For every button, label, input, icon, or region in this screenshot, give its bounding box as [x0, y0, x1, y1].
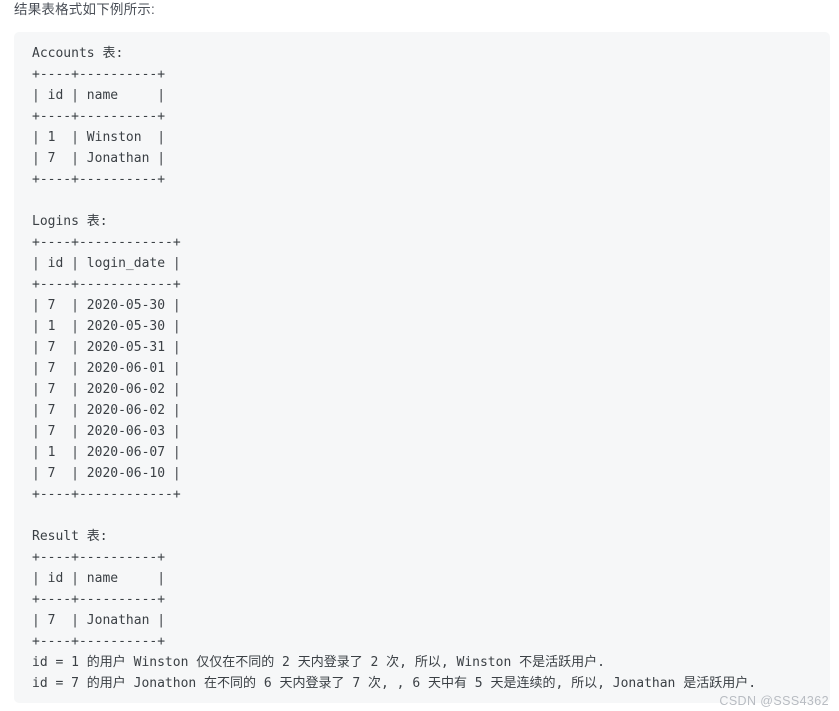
code-line: | 1 | 2020-05-30 |	[32, 319, 181, 334]
code-line: +----+------------+	[32, 487, 181, 502]
code-line: +----+----------+	[32, 550, 166, 565]
explanation-line-winston: id = 1 的用户 Winston 仅仅在不同的 2 天内登录了 2 次, 所…	[32, 655, 605, 670]
code-line: +----+----------+	[32, 634, 166, 649]
code-line: Logins 表:	[32, 214, 108, 229]
code-line: | 7 | Jonathan |	[32, 613, 166, 628]
code-line: +----+----------+	[32, 67, 166, 82]
code-line: | 7 | 2020-06-01 |	[32, 361, 181, 376]
code-line: | 7 | 2020-06-10 |	[32, 466, 181, 481]
code-line: | 7 | 2020-06-02 |	[32, 403, 181, 418]
code-line: | 7 | 2020-06-02 |	[32, 382, 181, 397]
code-line: +----+----------+	[32, 592, 166, 607]
code-line: Accounts 表:	[32, 46, 124, 61]
code-line: +----+------------+	[32, 235, 181, 250]
code-block-content: Accounts 表: +----+----------+ | id | name …	[32, 43, 756, 694]
explanation-line-jonathan: id = 7 的用户 Jonathon 在不同的 6 天内登录了 7 次, , …	[32, 676, 757, 691]
code-line: | 7 | Jonathan |	[32, 151, 166, 166]
code-line: | 1 | 2020-06-07 |	[32, 445, 181, 460]
code-line: | id | name |	[32, 88, 166, 103]
code-line: | 7 | 2020-05-31 |	[32, 340, 181, 355]
code-line: | 7 | 2020-05-30 |	[32, 298, 181, 313]
code-line: | 7 | 2020-06-03 |	[32, 424, 181, 439]
code-line: | id | name |	[32, 571, 166, 586]
code-line: Result 表:	[32, 529, 108, 544]
code-line: | id | login_date |	[32, 256, 181, 271]
code-line: | 1 | Winston |	[32, 130, 166, 145]
code-line: +----+----------+	[32, 172, 166, 187]
code-block: Accounts 表: +----+----------+ | id | name …	[14, 32, 830, 703]
code-line: +----+----------+	[32, 109, 166, 124]
page-caption: 结果表格式如下例所示:	[14, 2, 155, 17]
code-line: +----+------------+	[32, 277, 181, 292]
